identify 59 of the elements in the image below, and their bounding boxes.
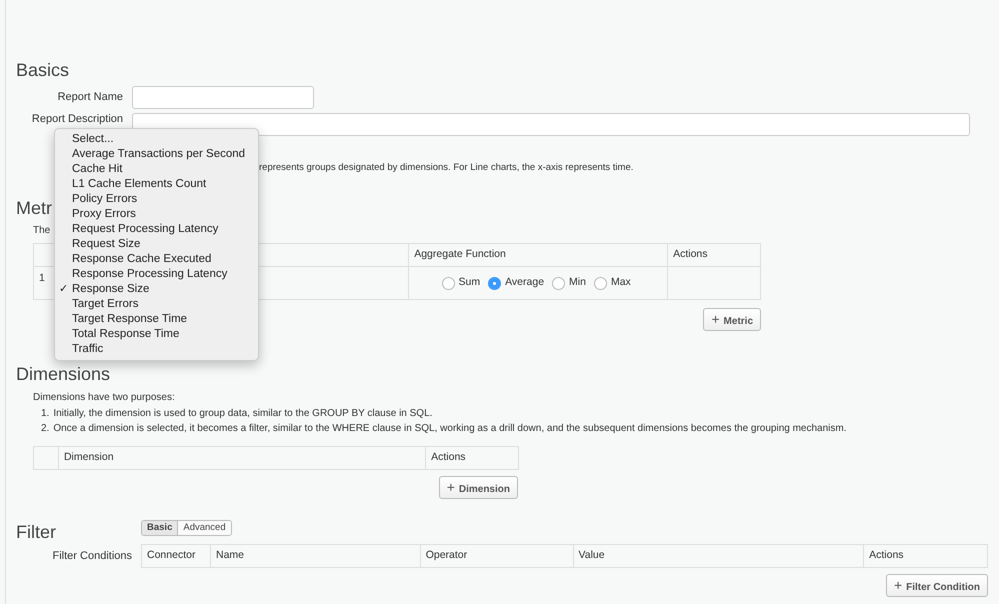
menu-option[interactable]: Average Transactions per Second [55,147,258,162]
radio-option[interactable]: Min [552,275,586,292]
menu-option[interactable]: Total Response Time [55,327,258,342]
field-label: Report Name [56,90,124,106]
radio-option[interactable]: Sum [442,275,480,292]
menu-option[interactable]: Response Cache Executed [55,252,258,267]
radio-option[interactable]: Max [594,275,631,292]
list-marker: 2. [41,422,50,436]
list-item-text: Once a dimension is selected, it becomes a filter, similar to the WHERE clause in SQL, working as a drill down, and the subsequent dimensions becomes the grouping mechanism. [53,422,847,436]
radio-label: Sum [458,275,480,290]
add-filter-condition-button[interactable]: + Filter Condition [886,574,988,598]
row-number: 1 [39,272,45,284]
column-header: Dimension [64,451,114,464]
field-label: Report Description [30,113,124,125]
menu-option[interactable]: Request Processing Latency [55,222,258,237]
menu-option[interactable]: Select... [55,132,258,147]
mode-tab[interactable]: Basic [142,521,178,536]
menu-option[interactable]: ✓ Response Size [55,282,258,297]
radio-button[interactable] [594,276,607,290]
menu-option[interactable]: Traffic [55,342,258,357]
list-marker: 1. [41,407,50,422]
menu-option[interactable]: Target Response Time [55,312,258,327]
radio-button[interactable] [552,276,566,290]
section-heading: Filter [16,521,57,544]
chart-note: represents groups designated by dimensions. For Line charts, the x-axis represents time. [259,162,634,173]
menu-option[interactable]: Request Size [55,237,258,252]
section-heading: Basics [16,59,70,82]
list-item-text: Initially, the dimension is used to group data, similar to the GROUP BY clause in SQL. [53,407,432,422]
menu-option[interactable]: Policy Errors [55,192,258,207]
radio-label: Average [505,275,544,290]
column-header: Aggregate Function [414,248,506,260]
dimensions-intro: Dimensions have two purposes: [33,391,175,406]
radio-button[interactable] [488,276,502,290]
radio-option[interactable]: Average [488,275,544,292]
field-label: Filter Conditions [52,549,133,564]
report-name-field[interactable] [132,86,314,109]
column-header: Actions [431,451,466,464]
radio-label: Max [610,275,631,290]
column-header: Operator [426,549,468,562]
radio-button[interactable] [442,276,455,290]
column-header: Value [578,549,605,562]
menu-option[interactable]: L1 Cache Elements Count [55,177,258,192]
radio-label: Min [569,275,586,290]
column-header: Actions [869,549,904,562]
section-heading: Dimensions [16,363,110,386]
report-description-field[interactable] [132,113,970,136]
mode-tab[interactable]: Advanced [177,521,231,536]
add-dimension-button[interactable]: + Dimension [438,476,518,500]
section-heading: Metr [16,197,52,220]
metrics-note: The [33,225,50,236]
menu-option[interactable]: Response Processing Latency [55,267,258,282]
column-header: Connector [147,549,196,562]
column-header: Actions [673,248,708,260]
add-metric-button[interactable]: + Metric [703,308,761,332]
menu-option[interactable]: Target Errors [55,297,258,312]
column-header: Name [216,549,244,562]
menu-option[interactable]: Cache Hit [55,162,258,177]
menu-option[interactable]: Proxy Errors [55,207,258,222]
check-icon: ✓ [59,282,68,297]
